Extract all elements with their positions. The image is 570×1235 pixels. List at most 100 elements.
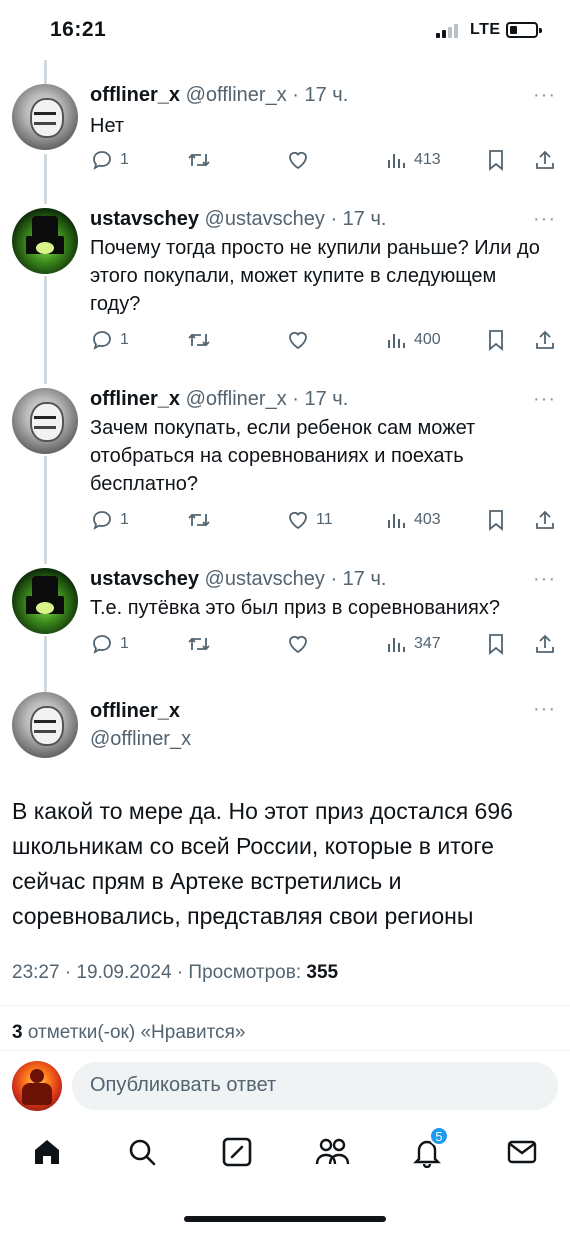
author-handle[interactable]: @ustavschey: [205, 208, 325, 230]
current-user-avatar[interactable]: [12, 1061, 62, 1111]
tab-messages[interactable]: [502, 1132, 542, 1172]
like-button[interactable]: [286, 632, 316, 656]
heart-icon: [289, 635, 307, 654]
views-button[interactable]: 403: [386, 508, 441, 532]
share-icon: [536, 330, 554, 349]
more-icon[interactable]: ···: [533, 388, 556, 411]
views-button[interactable]: 413: [386, 148, 441, 172]
bookmark-button[interactable]: [486, 632, 506, 656]
views-count: 400: [414, 331, 441, 348]
reply-icon: [93, 635, 111, 654]
share-button[interactable]: [534, 632, 556, 656]
author-name[interactable]: ustavschey: [90, 208, 199, 230]
divider: [0, 1050, 570, 1051]
views-button[interactable]: 400: [386, 328, 441, 352]
tweet[interactable]: ustavschey @ustavschey · 17 ч. ··· Почем…: [0, 208, 570, 358]
author-handle[interactable]: @offliner_x: [186, 388, 287, 410]
share-button[interactable]: [534, 328, 556, 352]
like-button[interactable]: [286, 148, 316, 172]
tab-communities[interactable]: [312, 1132, 352, 1172]
avatar[interactable]: [12, 208, 78, 274]
tweet-actions: 1 413: [90, 148, 560, 174]
retweet-button[interactable]: [186, 632, 212, 656]
tweet-text: Т.е. путёвка это был приз в соревнования…: [90, 597, 500, 619]
more-icon[interactable]: ···: [533, 568, 556, 591]
more-icon[interactable]: ···: [533, 208, 556, 231]
author-name[interactable]: ustavschey: [90, 568, 199, 590]
retweet-icon: [188, 637, 210, 651]
share-button[interactable]: [534, 508, 556, 532]
bookmark-button[interactable]: [486, 328, 506, 352]
like-button[interactable]: [286, 328, 316, 352]
avatar[interactable]: [12, 388, 78, 454]
bookmark-button[interactable]: [486, 148, 506, 172]
bottom-tab-bar: 5: [0, 1126, 570, 1182]
retweet-button[interactable]: [186, 148, 212, 172]
home-indicator[interactable]: [184, 1216, 386, 1222]
tab-notifications[interactable]: 5: [407, 1126, 449, 1172]
tweet-actions: 1 400: [90, 328, 560, 354]
compose-icon: [222, 1137, 252, 1167]
tweet-text: Почему тогда просто не купили раньше? Ил…: [90, 237, 540, 315]
reply-button[interactable]: 1: [90, 328, 129, 352]
tweet-header: offliner_x @offliner_x · 17 ч.: [90, 84, 348, 107]
network-label: LTE: [470, 21, 501, 38]
reply-button[interactable]: 1: [90, 632, 129, 656]
share-icon: [536, 510, 554, 529]
likes-summary[interactable]: 3 отметки(-ок) «Нравится»: [12, 1022, 245, 1044]
home-icon: [35, 1140, 59, 1164]
heart-icon: [289, 511, 307, 530]
share-icon: [536, 150, 554, 169]
communities-icon: [315, 1138, 350, 1165]
focus-views[interactable]: 355: [306, 962, 338, 983]
views-button[interactable]: 347: [386, 632, 441, 656]
tab-compose[interactable]: [217, 1132, 257, 1172]
likes-label: отметки(-ок) «Нравится»: [27, 1022, 246, 1043]
bookmark-icon: [489, 330, 503, 351]
tweet-header: ustavschey @ustavschey · 17 ч.: [90, 208, 386, 231]
divider: [0, 1005, 570, 1006]
more-icon[interactable]: ···: [533, 84, 556, 107]
views-count: 413: [414, 151, 441, 168]
tab-search[interactable]: [122, 1132, 162, 1172]
author-name[interactable]: offliner_x: [90, 84, 180, 106]
focus-timestamp: 23:27 · 19.09.2024 · Просмотров:: [12, 962, 302, 983]
tweet-time: · 17 ч.: [292, 84, 349, 106]
reply-count: 1: [120, 511, 129, 528]
tweet[interactable]: offliner_x @offliner_x · 17 ч. ··· Нет 1…: [0, 84, 570, 180]
reply-button[interactable]: 1: [90, 508, 129, 532]
focus-tweet-meta: 23:27 · 19.09.2024 · Просмотров: 355: [12, 962, 338, 984]
like-count: 11: [316, 511, 333, 528]
reply-input[interactable]: Опубликовать ответ: [72, 1062, 558, 1110]
bookmark-icon: [489, 510, 503, 531]
author-name[interactable]: offliner_x: [90, 388, 180, 410]
retweet-button[interactable]: [186, 328, 212, 352]
tab-home[interactable]: [27, 1132, 67, 1172]
avatar[interactable]: [12, 84, 78, 150]
status-time: 16:21: [50, 18, 107, 41]
retweet-button[interactable]: [186, 508, 212, 532]
tweet[interactable]: offliner_x @offliner_x · 17 ч. ··· Зачем…: [0, 388, 570, 538]
views-count: 347: [414, 635, 441, 652]
focus-author-handle[interactable]: @offliner_x: [90, 728, 191, 751]
author-handle[interactable]: @ustavschey: [205, 568, 325, 590]
author-handle[interactable]: @offliner_x: [186, 84, 287, 106]
like-button[interactable]: 11: [286, 508, 333, 532]
retweet-icon: [188, 153, 210, 167]
share-button[interactable]: [534, 148, 556, 172]
reply-button[interactable]: 1: [90, 148, 129, 172]
reply-icon: [93, 331, 111, 350]
bookmark-button[interactable]: [486, 508, 506, 532]
search-icon: [129, 1139, 156, 1166]
more-icon[interactable]: ···: [533, 698, 556, 721]
tweet[interactable]: ustavschey @ustavschey · 17 ч. ··· Т.е. …: [0, 568, 570, 664]
focus-avatar[interactable]: [12, 692, 78, 758]
tweet-time: · 17 ч.: [330, 568, 387, 590]
views-count: 403: [414, 511, 441, 528]
reply-placeholder: Опубликовать ответ: [90, 1074, 277, 1096]
views-icon: [388, 154, 405, 168]
focus-author-name[interactable]: offliner_x: [90, 700, 180, 723]
status-bar: 16:21 LTE: [0, 0, 570, 60]
reply-count: 1: [120, 331, 129, 348]
avatar[interactable]: [12, 568, 78, 634]
